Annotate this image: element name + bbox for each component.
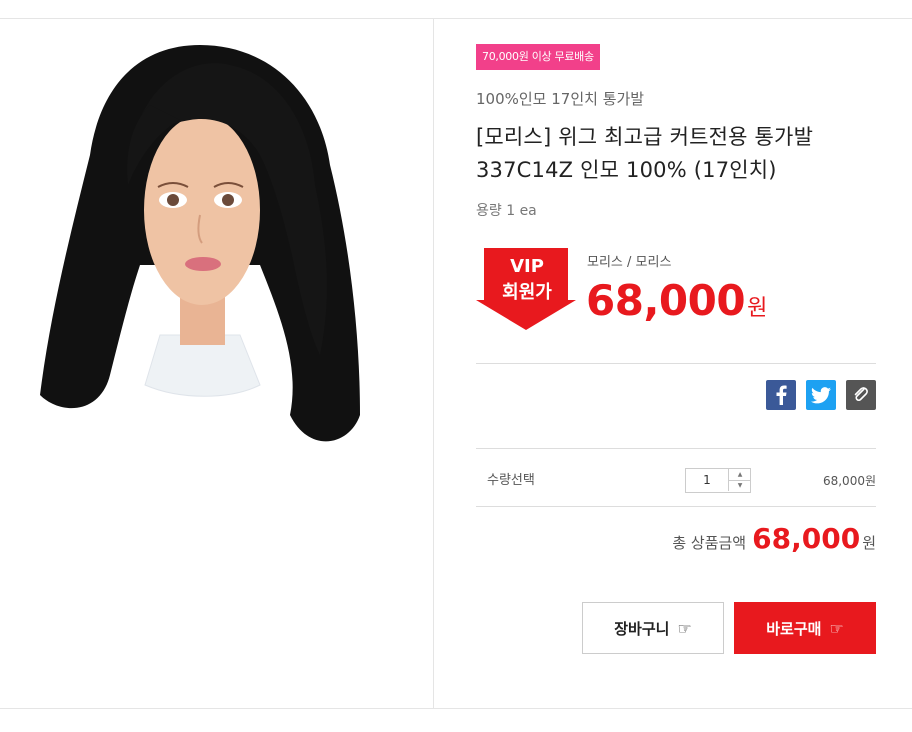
free-shipping-badge: 70,000원 이상 무료배송: [476, 44, 600, 70]
wig-mannequin-illustration: [40, 45, 360, 442]
divider: [476, 363, 876, 364]
quantity-stepper[interactable]: 1 ▲ ▼: [685, 468, 751, 493]
quantity-input[interactable]: 1: [686, 469, 728, 492]
product-volume: 용량 1 ea: [476, 203, 537, 219]
add-to-cart-label: 장바구니: [614, 619, 670, 638]
bottom-divider: [0, 708, 912, 709]
product-image: [0, 19, 433, 708]
total-price: 총 상품금액 68,000 원: [672, 522, 876, 555]
product-title: [모리스] 위그 최고급 커트전용 통가발 337C14Z 인모 100% (1…: [476, 125, 814, 182]
total-value: 68,000: [752, 522, 861, 555]
twitter-share-button[interactable]: [806, 380, 836, 410]
product-subtitle: 100%인모 17인치 통가발: [476, 90, 645, 108]
quantity-label: 수량선택: [487, 473, 535, 488]
copy-link-button[interactable]: [846, 380, 876, 410]
total-unit: 원: [862, 534, 876, 552]
vip-label-line1: VIP: [510, 256, 544, 277]
pointing-hand-icon: ☞: [677, 618, 692, 638]
buy-now-button[interactable]: 바로구매 ☞: [734, 602, 876, 654]
vip-label-line2: 회원가: [502, 282, 552, 303]
line-item-price: 68,000원: [822, 474, 876, 488]
total-label: 총 상품금액: [672, 534, 747, 552]
price-unit: 원: [747, 296, 768, 321]
facebook-share-button[interactable]: [766, 380, 796, 410]
buy-now-label: 바로구매: [766, 619, 822, 638]
quantity-decrease-button[interactable]: ▼: [728, 480, 751, 491]
divider: [476, 448, 876, 449]
twitter-icon: [811, 386, 831, 403]
vip-label: VIP 회원가: [484, 254, 570, 306]
paperclip-icon: [854, 387, 868, 402]
price-value: 68,000: [586, 276, 746, 325]
divider: [476, 506, 876, 507]
column-divider: [433, 19, 434, 708]
member-price: 68,000원: [586, 276, 767, 325]
brand-label: 모리스 / 모리스: [587, 255, 672, 270]
facebook-icon: [776, 385, 787, 405]
pointing-hand-icon: ☞: [829, 618, 844, 638]
add-to-cart-button[interactable]: 장바구니 ☞: [582, 602, 724, 654]
